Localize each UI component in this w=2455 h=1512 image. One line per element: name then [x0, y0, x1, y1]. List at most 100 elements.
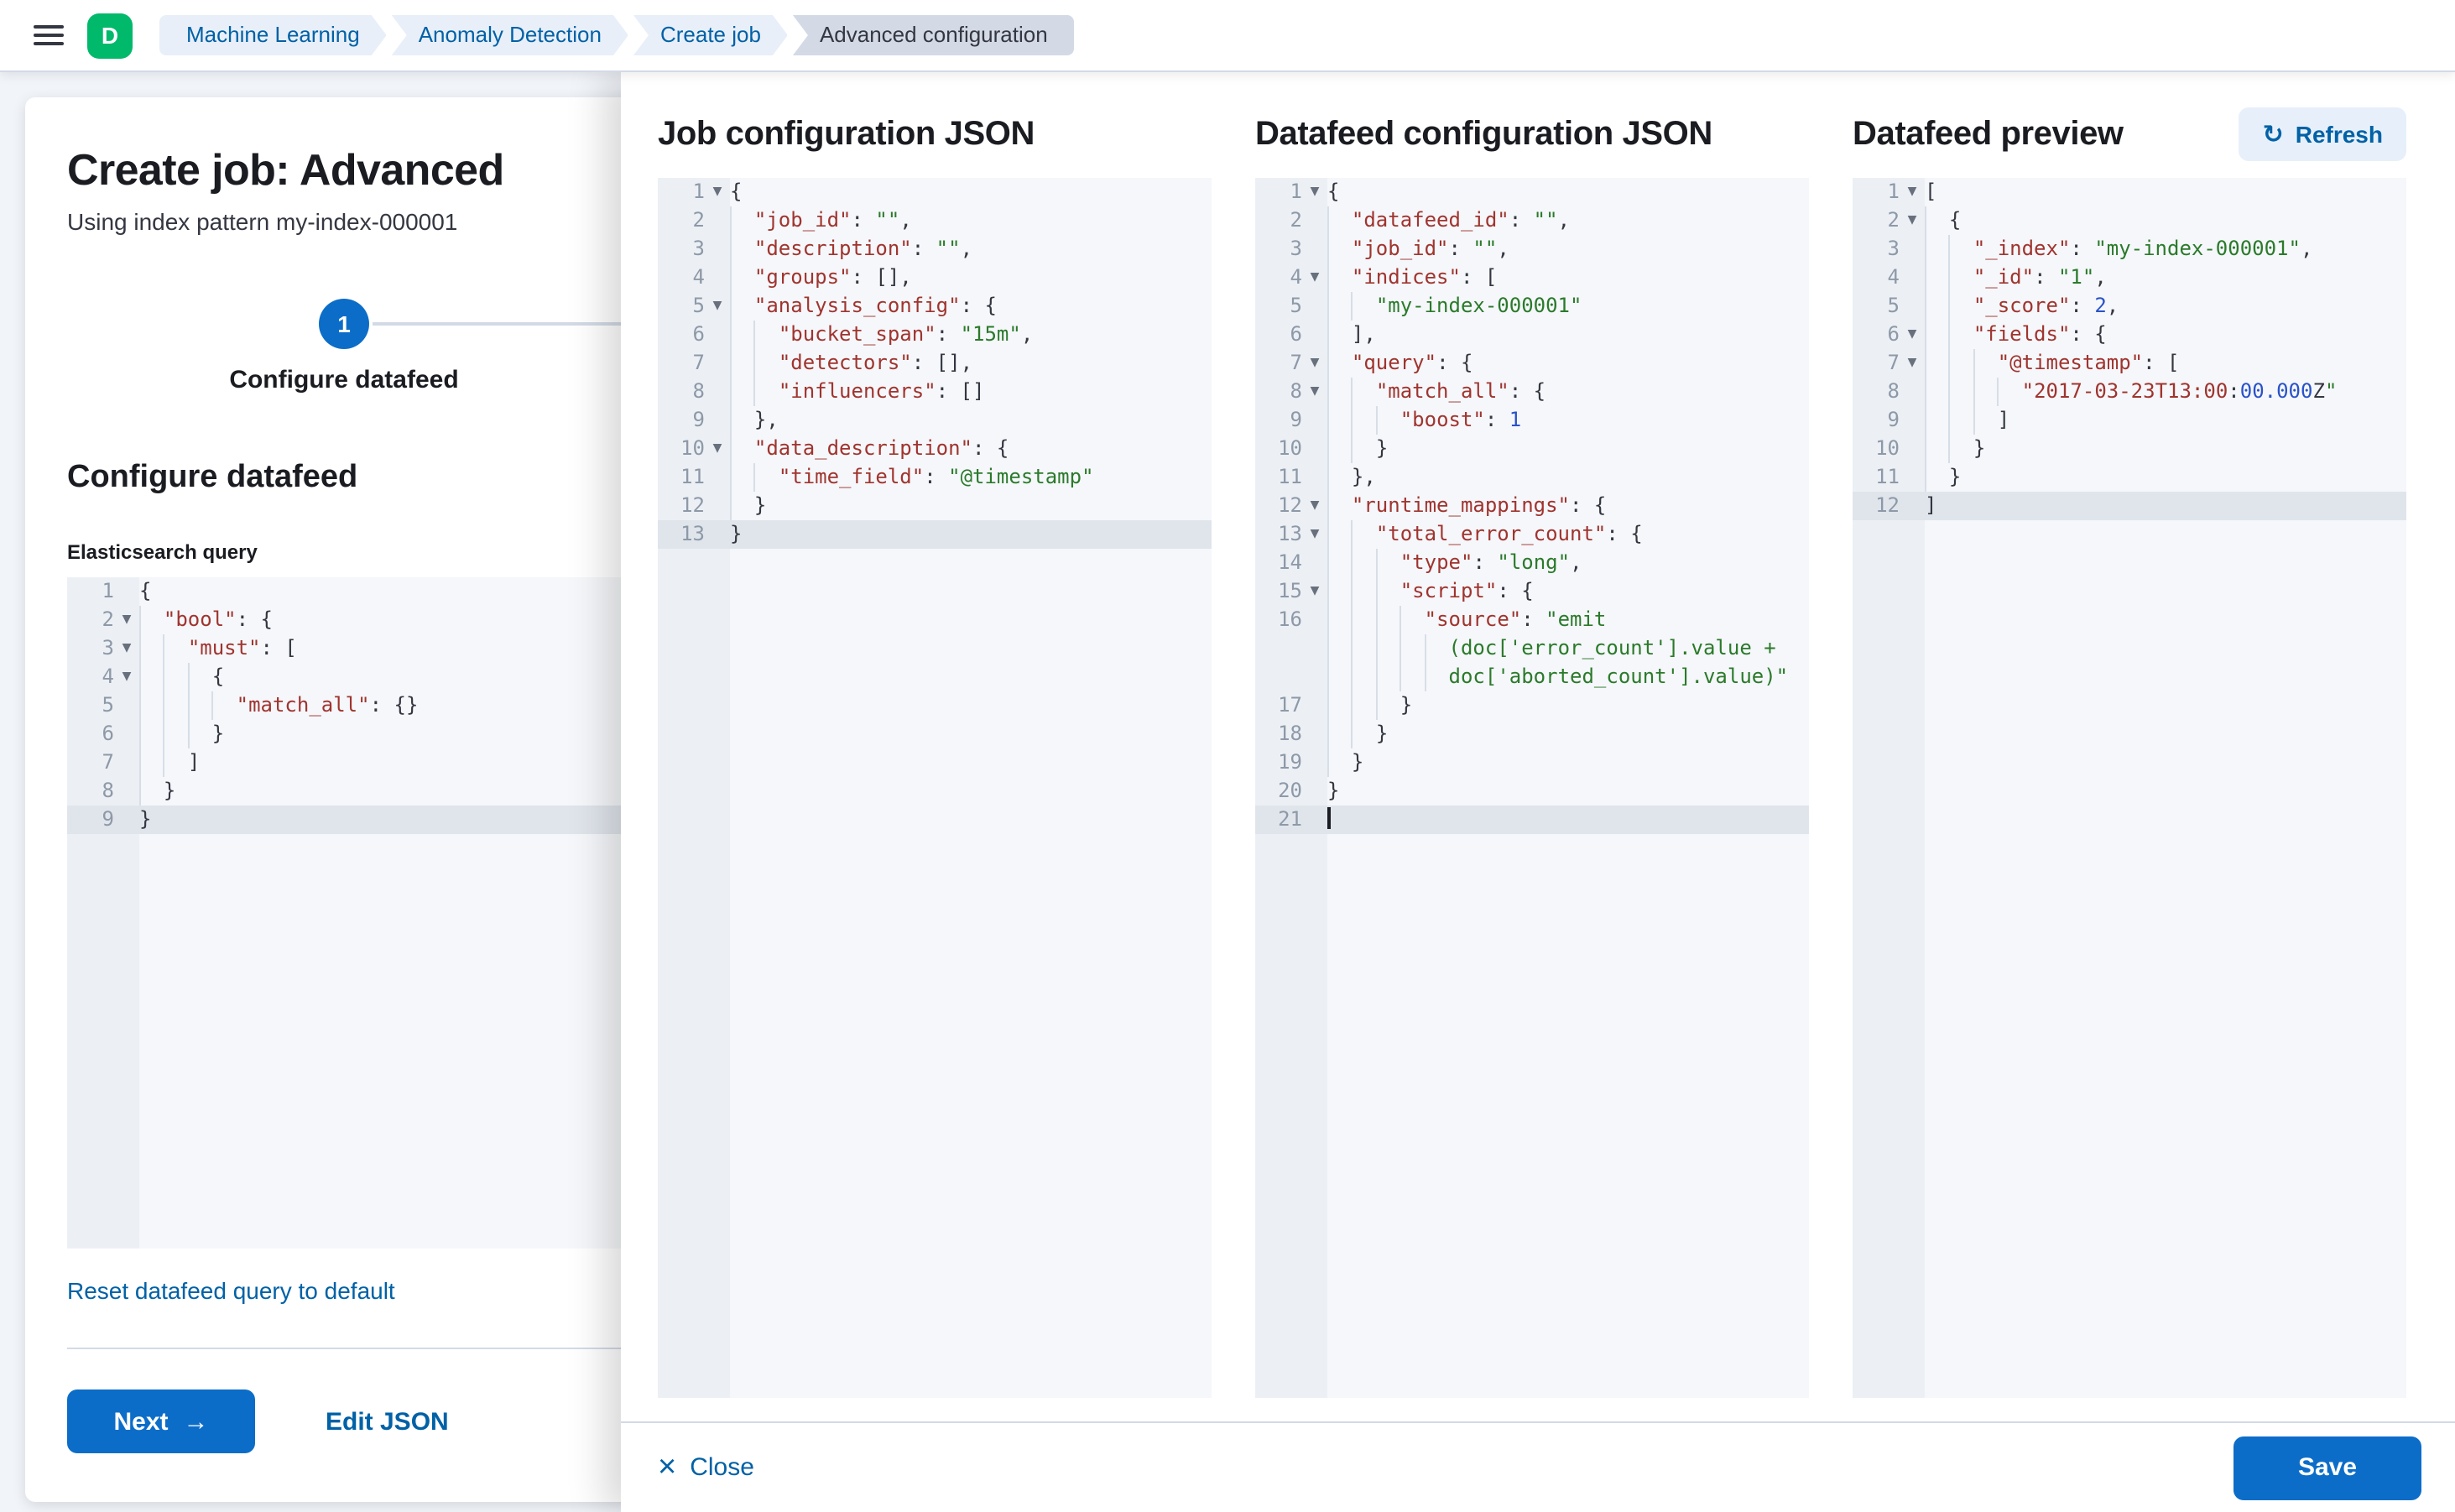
fold-icon[interactable]: ▼	[705, 178, 730, 206]
fold-spacer	[1900, 492, 1925, 520]
fold-icon[interactable]: ▼	[114, 663, 139, 691]
close-icon: ×	[658, 1452, 676, 1483]
next-button[interactable]: Next →	[67, 1389, 255, 1453]
fold-spacer	[1302, 606, 1327, 634]
fold-spacer	[1302, 691, 1327, 720]
code-text: "script": {	[1327, 577, 1809, 606]
code-line: 11 "time_field": "@timestamp"	[658, 463, 1212, 492]
code-line: 5 "match_all": {}	[67, 691, 663, 720]
elasticsearch-query-editor[interactable]: 1{2▼ "bool": {3▼ "must": [4▼ {5 "match_a…	[67, 577, 663, 1249]
page-content: Create job: Advanced Using index pattern…	[0, 72, 2455, 1512]
fold-icon[interactable]: ▼	[1302, 492, 1327, 520]
code-text: "indices": [	[1327, 263, 1809, 292]
space-avatar[interactable]: D	[87, 13, 133, 58]
close-button[interactable]: × Close	[658, 1452, 754, 1483]
code-text: "data_description": {	[730, 435, 1212, 463]
fold-icon[interactable]: ▼	[1302, 178, 1327, 206]
code-line: 2 "datafeed_id": "",	[1255, 206, 1809, 235]
code-text: "groups": [],	[730, 263, 1212, 292]
fold-icon[interactable]: ▼	[1900, 349, 1925, 378]
code-line: 8 "2017-03-23T13:00:00.000Z"	[1853, 378, 2406, 406]
fold-spacer	[1900, 235, 1925, 263]
menu-icon[interactable]	[34, 0, 64, 70]
code-text: }	[1925, 435, 2406, 463]
fold-spacer	[1900, 463, 1925, 492]
code-text: "detectors": [],	[730, 349, 1212, 378]
fold-icon[interactable]: ▼	[705, 292, 730, 321]
line-number	[1255, 634, 1302, 663]
reset-datafeed-query-link[interactable]: Reset datafeed query to default	[67, 1277, 395, 1304]
code-text: }	[139, 777, 663, 806]
code-line: 12▼ "runtime_mappings": {	[1255, 492, 1809, 520]
line-number: 1	[1853, 178, 1900, 206]
fold-icon[interactable]: ▼	[1302, 378, 1327, 406]
index-pattern-subtitle: Using index pattern my-index-000001	[67, 208, 663, 235]
fold-icon[interactable]: ▼	[1900, 321, 1925, 349]
code-line: 10▼ "data_description": {	[658, 435, 1212, 463]
line-number: 6	[67, 720, 114, 748]
fold-spacer	[1302, 549, 1327, 577]
code-text: "match_all": {	[1327, 378, 1809, 406]
fold-spacer	[1302, 206, 1327, 235]
code-text: "bucket_span": "15m",	[730, 321, 1212, 349]
line-number: 15	[1255, 577, 1302, 606]
code-text: "description": "",	[730, 235, 1212, 263]
fold-spacer	[705, 463, 730, 492]
code-line: 5 "my-index-000001"	[1255, 292, 1809, 321]
code-text: "my-index-000001"	[1327, 292, 1809, 321]
fold-icon[interactable]: ▼	[114, 606, 139, 634]
breadcrumb-item[interactable]: Create job	[633, 15, 788, 55]
fold-icon[interactable]: ▼	[114, 634, 139, 663]
code-line: 9 },	[658, 406, 1212, 435]
code-text: }	[1327, 691, 1809, 720]
fold-icon[interactable]: ▼	[705, 435, 730, 463]
refresh-button[interactable]: ↻ Refresh	[2239, 107, 2406, 161]
fold-icon[interactable]: ▼	[1302, 349, 1327, 378]
fold-spacer	[114, 748, 139, 777]
job-config-title: Job configuration JSON	[658, 115, 1035, 154]
edit-json-button[interactable]: Edit JSON	[326, 1407, 449, 1436]
breadcrumb-item[interactable]: Anomaly Detection	[392, 15, 628, 55]
fold-icon[interactable]: ▼	[1900, 206, 1925, 235]
refresh-icon: ↻	[2263, 122, 2284, 147]
code-line: 21	[1255, 806, 1809, 834]
code-line: 14 "type": "long",	[1255, 549, 1809, 577]
step-1-indicator[interactable]: 1	[319, 299, 369, 349]
code-line: 4 "_id": "1",	[1853, 263, 2406, 292]
fold-spacer	[705, 349, 730, 378]
step-connector-line	[373, 322, 663, 326]
save-button[interactable]: Save	[2233, 1436, 2421, 1499]
fold-icon[interactable]: ▼	[1302, 263, 1327, 292]
code-text: ]	[139, 748, 663, 777]
breadcrumb-item: Advanced configuration	[793, 15, 1075, 55]
code-text: "source": "emit	[1327, 606, 1809, 634]
code-line: 13}	[658, 520, 1212, 549]
breadcrumb-item[interactable]: Machine Learning	[159, 15, 387, 55]
line-number: 19	[1255, 748, 1302, 777]
job-config-editor[interactable]: 1▼{2 "job_id": "",3 "description": "",4 …	[658, 178, 1212, 1398]
fold-icon[interactable]: ▼	[1302, 577, 1327, 606]
code-line: 11 }	[1853, 463, 2406, 492]
line-number: 18	[1255, 720, 1302, 748]
fold-icon[interactable]: ▼	[1900, 178, 1925, 206]
code-text: {	[730, 178, 1212, 206]
fold-spacer	[705, 406, 730, 435]
fold-spacer	[1302, 777, 1327, 806]
code-line: 3 "job_id": "",	[1255, 235, 1809, 263]
code-text: }	[1327, 720, 1809, 748]
line-number: 2	[67, 606, 114, 634]
datafeed-config-editor[interactable]: 1▼{2 "datafeed_id": "",3 "job_id": "",4▼…	[1255, 178, 1809, 1398]
code-text: "runtime_mappings": {	[1327, 492, 1809, 520]
line-number: 11	[1255, 463, 1302, 492]
code-line: 12 }	[658, 492, 1212, 520]
code-line: 1{	[67, 577, 663, 606]
code-line: 5 "_score": 2,	[1853, 292, 2406, 321]
code-line: 4▼ "indices": [	[1255, 263, 1809, 292]
code-line: 18 }	[1255, 720, 1809, 748]
line-number: 11	[658, 463, 705, 492]
code-line: 6 }	[67, 720, 663, 748]
line-number: 6	[1853, 321, 1900, 349]
fold-icon[interactable]: ▼	[1302, 520, 1327, 549]
code-line: 10 }	[1255, 435, 1809, 463]
datafeed-preview-editor[interactable]: 1▼[2▼ {3 "_index": "my-index-000001",4 "…	[1853, 178, 2406, 1398]
